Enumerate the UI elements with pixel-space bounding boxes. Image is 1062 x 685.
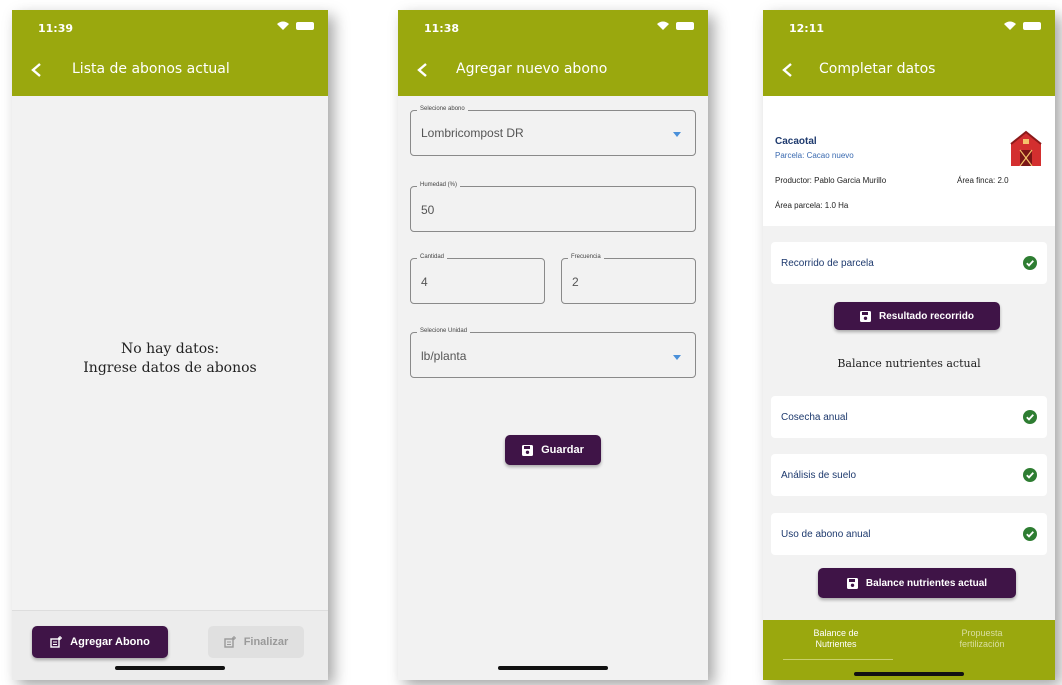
bottom-action-bar: Agregar Abono Finalizar bbox=[12, 610, 328, 680]
chevron-down-icon bbox=[673, 355, 681, 360]
resultado-recorrido-button[interactable]: Resultado recorrido bbox=[834, 302, 1000, 330]
row-label: Uso de abono anual bbox=[781, 528, 871, 540]
parcela-name: Parcela: Cacao nuevo bbox=[775, 151, 854, 160]
check-circle-icon bbox=[1023, 527, 1037, 541]
humedad-value: 50 bbox=[421, 203, 435, 217]
row-cosecha-anual[interactable]: Cosecha anual bbox=[771, 396, 1047, 438]
humedad-label: Humedad (%) bbox=[417, 182, 461, 188]
tab-label-line-2: fertilización bbox=[959, 639, 1005, 649]
cantidad-value: 4 bbox=[421, 275, 428, 289]
abono-select[interactable]: Selecione abono Lombricompost DR bbox=[410, 106, 696, 156]
unidad-select[interactable]: Selecione Unidad lb/planta bbox=[410, 328, 696, 378]
row-label: Recorrido de parcela bbox=[781, 257, 874, 269]
row-recorrido-parcela[interactable]: Recorrido de parcela bbox=[771, 242, 1047, 284]
status-icons bbox=[1003, 21, 1041, 31]
add-abono-button[interactable]: Agregar Abono bbox=[32, 626, 168, 658]
save-icon bbox=[846, 577, 858, 589]
page-title: Agregar nuevo abono bbox=[456, 61, 608, 77]
app-bar: 12:11 Completar datos bbox=[763, 10, 1055, 96]
cantidad-input[interactable]: Cantidad 4 bbox=[410, 254, 545, 304]
empty-state-message: No hay datos: Ingrese datos de abonos bbox=[12, 340, 328, 378]
wifi-icon bbox=[1004, 21, 1016, 30]
add-abono-label: Agregar Abono bbox=[70, 636, 150, 648]
save-icon bbox=[859, 310, 871, 322]
farm-name: Cacaotal bbox=[775, 136, 817, 147]
row-analisis-suelo[interactable]: Análisis de suelo bbox=[771, 454, 1047, 496]
app-bar: 11:38 Agregar nuevo abono bbox=[398, 10, 708, 96]
tab-label-line-1: Balance de bbox=[813, 628, 859, 638]
abono-select-label: Selecione abono bbox=[417, 106, 468, 112]
save-label: Guardar bbox=[541, 444, 584, 456]
screen-completar-datos: 12:11 Completar datos Cacaotal Parcela: … bbox=[763, 10, 1055, 680]
page-title: Lista de abonos actual bbox=[72, 61, 230, 77]
home-indicator bbox=[498, 666, 608, 670]
status-icons bbox=[656, 21, 694, 31]
check-circle-icon bbox=[1023, 256, 1037, 270]
row-uso-abono-anual[interactable]: Uso de abono anual bbox=[771, 513, 1047, 555]
humedad-input[interactable]: Humedad (%) 50 bbox=[410, 182, 696, 232]
check-circle-icon bbox=[1023, 410, 1037, 424]
save-icon bbox=[522, 444, 534, 456]
battery-icon bbox=[1023, 22, 1041, 30]
resultado-recorrido-label: Resultado recorrido bbox=[878, 310, 975, 322]
row-label: Cosecha anual bbox=[781, 411, 848, 423]
frecuencia-label: Frecuencia bbox=[568, 254, 604, 260]
bottom-tab-bar: Balance de Nutrientes Propuesta fertiliz… bbox=[763, 620, 1055, 680]
chevron-down-icon bbox=[673, 132, 681, 137]
back-arrow-icon[interactable] bbox=[781, 62, 795, 78]
section-title: Balance nutrientes actual bbox=[837, 357, 981, 370]
tab-label-line-1: Propuesta bbox=[961, 628, 1003, 638]
battery-icon bbox=[296, 22, 314, 30]
unidad-select-value: lb/planta bbox=[421, 349, 467, 363]
cantidad-label: Cantidad bbox=[417, 254, 448, 260]
back-arrow-icon[interactable] bbox=[416, 62, 430, 78]
wifi-icon bbox=[657, 21, 669, 30]
frecuencia-value: 2 bbox=[572, 275, 579, 289]
add-note-icon bbox=[223, 636, 236, 648]
home-indicator bbox=[115, 666, 225, 670]
status-time: 12:11 bbox=[789, 22, 825, 35]
tab-label-line-2: Nutrientes bbox=[815, 639, 857, 649]
area-parcela: Área parcela: 1.0 Ha bbox=[775, 201, 849, 210]
abono-select-value: Lombricompost DR bbox=[421, 126, 524, 140]
frecuencia-input[interactable]: Frecuencia 2 bbox=[561, 254, 696, 304]
home-indicator bbox=[854, 672, 964, 676]
tab-propuesta-fertilizacion[interactable]: Propuesta fertilización bbox=[909, 620, 1055, 680]
barn-icon bbox=[1010, 130, 1042, 166]
row-label: Análisis de suelo bbox=[781, 469, 857, 481]
finish-label: Finalizar bbox=[243, 636, 289, 648]
finish-button[interactable]: Finalizar bbox=[208, 626, 304, 658]
battery-icon bbox=[676, 22, 694, 30]
status-time: 11:39 bbox=[38, 22, 74, 35]
wifi-icon bbox=[277, 21, 289, 30]
balance-nutrientes-label: Balance nutrientes actual bbox=[865, 577, 988, 589]
page-title: Completar datos bbox=[819, 61, 936, 77]
add-note-icon bbox=[50, 636, 63, 648]
farm-info-card: Cacaotal Parcela: Cacao nuevo Productor:… bbox=[763, 96, 1055, 226]
status-time: 11:38 bbox=[424, 22, 460, 35]
empty-line-2: Ingrese datos de abonos bbox=[83, 360, 257, 376]
area-finca: Área finca: 2.0 bbox=[957, 176, 1009, 185]
empty-line-1: No hay datos: bbox=[120, 341, 220, 357]
app-bar: 11:39 Lista de abonos actual bbox=[12, 10, 328, 96]
check-circle-icon bbox=[1023, 468, 1037, 482]
save-button[interactable]: Guardar bbox=[505, 435, 601, 465]
screen-agregar-abono: 11:38 Agregar nuevo abono Selecione abon… bbox=[398, 10, 708, 680]
unidad-select-label: Selecione Unidad bbox=[417, 328, 471, 334]
tab-balance-nutrientes[interactable]: Balance de Nutrientes bbox=[763, 620, 909, 680]
screen-lista-abonos: 11:39 Lista de abonos actual No hay dato… bbox=[12, 10, 328, 680]
back-arrow-icon[interactable] bbox=[30, 62, 44, 78]
status-icons bbox=[276, 21, 314, 31]
balance-nutrientes-button[interactable]: Balance nutrientes actual bbox=[818, 568, 1016, 598]
productor-name: Productor: Pablo Garcia Murillo bbox=[775, 176, 887, 185]
active-tab-indicator bbox=[783, 659, 893, 660]
